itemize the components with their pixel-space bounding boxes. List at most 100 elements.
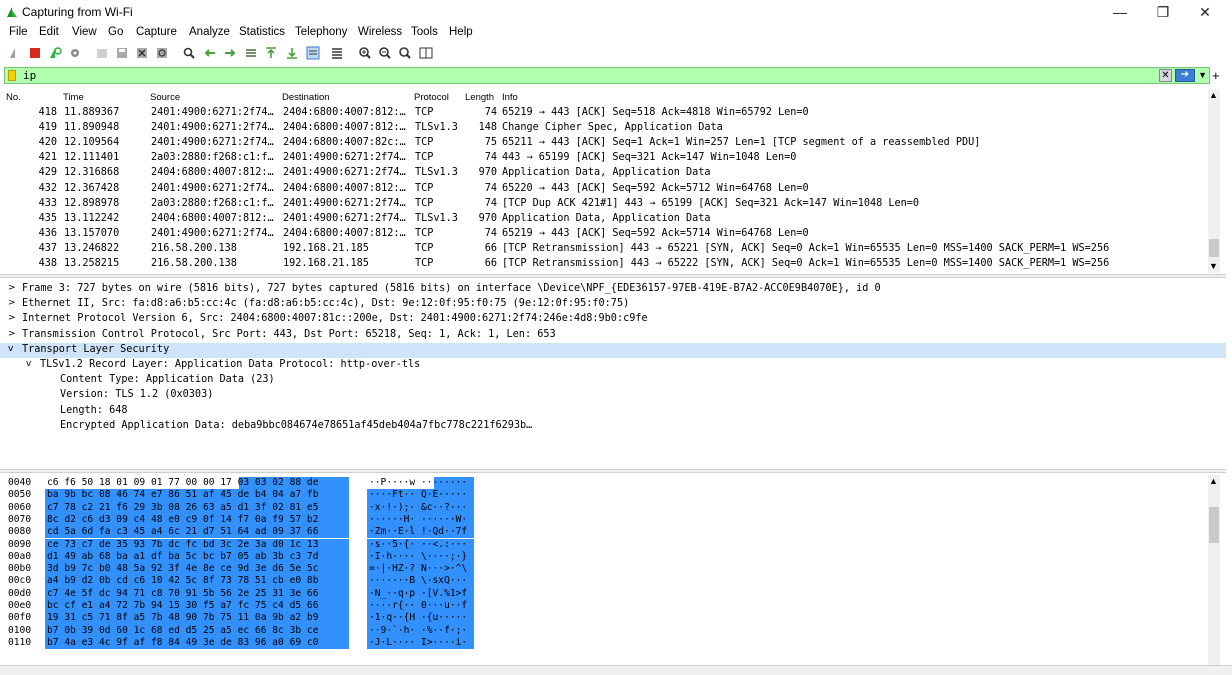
bytes-row[interactable]: 0050 ba 9b bc 08 46 74 e7 86 51 af 45 de …	[0, 489, 480, 501]
go-back-icon[interactable]	[203, 46, 217, 60]
scroll-up-icon[interactable]: ▲	[1209, 476, 1218, 486]
packet-row[interactable]: 432 12.367428 2401:4900:6271:2f74… 2404:680…	[0, 182, 1212, 197]
display-filter-bar[interactable]: ip ✕ ➔ ▼	[4, 67, 1210, 84]
packet-row[interactable]: 433 12.898978 2a03:2880:f268:c1:f… 2401:490…	[0, 197, 1212, 212]
add-filter-button[interactable]: +	[1212, 68, 1220, 83]
zoom-normal-icon[interactable]	[398, 46, 412, 60]
open-file-icon[interactable]	[95, 46, 109, 60]
bytes-row[interactable]: 0110 b7 4a e3 4c 9f af f8 84 49 3e de 83 …	[0, 637, 480, 649]
detail-tree-item[interactable]: Version: TLS 1.2 (0x0303)	[44, 388, 1218, 403]
bytes-row[interactable]: 0090 ce 73 c7 de 35 93 7b dc fc bd 3c 2e …	[0, 539, 480, 551]
packet-row[interactable]: 435 13.112242 2404:6800:4007:812:… 2401:490…	[0, 212, 1212, 227]
zoom-in-icon[interactable]	[358, 46, 372, 60]
menu-view[interactable]: View	[72, 26, 97, 38]
menu-edit[interactable]: Edit	[39, 26, 59, 38]
bytes-scrollbar[interactable]: ▲	[1208, 475, 1220, 665]
zoom-out-icon[interactable]	[378, 46, 392, 60]
scroll-thumb[interactable]	[1209, 507, 1219, 543]
packet-row[interactable]: 418 11.889367 2401:4900:6271:2f74… 2404:680…	[0, 106, 1212, 121]
bookmark-icon[interactable]	[8, 70, 16, 81]
restart-capture-icon[interactable]	[48, 46, 62, 60]
find-packet-icon[interactable]	[182, 46, 196, 60]
collapse-arrow-icon[interactable]: >	[8, 298, 16, 308]
menu-file[interactable]: File	[9, 26, 28, 38]
menu-wireless[interactable]: Wireless	[358, 26, 402, 38]
menu-tools[interactable]: Tools	[411, 26, 438, 38]
stop-capture-icon[interactable]	[28, 46, 42, 60]
column-header-protocol[interactable]: Protocol	[414, 92, 449, 103]
detail-tree-item[interactable]: > Transmission Control Protocol, Src Port…	[8, 328, 1218, 343]
minimize-button[interactable]: —	[1100, 2, 1140, 22]
packet-row[interactable]: 437 13.246822 216.58.200.138 192.168.21.185…	[0, 242, 1212, 257]
collapse-arrow-icon[interactable]: >	[8, 283, 16, 293]
bytes-row[interactable]: 0060 c7 78 c2 21 f6 29 3b 08 26 63 a5 d1 …	[0, 502, 480, 514]
column-header-info[interactable]: Info	[502, 92, 518, 103]
bytes-row[interactable]: 0070 8c d2 c6 d3 09 c4 48 e0 c9 0f 14 f7 …	[0, 514, 480, 526]
packet-list-scrollbar[interactable]: ▲ ▼	[1208, 89, 1220, 273]
pane-splitter[interactable]	[0, 469, 1226, 473]
autoscroll-icon[interactable]	[306, 46, 320, 60]
chevron-down-icon[interactable]: ▼	[1198, 70, 1207, 80]
byte-offset: 0080	[8, 526, 32, 538]
menu-analyze[interactable]: Analyze	[189, 26, 230, 38]
collapse-arrow-icon[interactable]: >	[8, 313, 16, 323]
packet-row[interactable]: 436 13.157070 2401:4900:6271:2f74… 2404:680…	[0, 227, 1212, 242]
go-first-icon[interactable]	[264, 46, 278, 60]
packet-row[interactable]: 420 12.109564 2401:4900:6271:2f74… 2404:680…	[0, 136, 1212, 151]
menu-help[interactable]: Help	[449, 26, 473, 38]
go-forward-icon[interactable]	[223, 46, 237, 60]
column-header-source[interactable]: Source	[150, 92, 180, 103]
bytes-row[interactable]: 00a0 d1 49 ab 68 ba a1 df ba 5c bc b7 05 …	[0, 551, 480, 563]
bytes-row[interactable]: 0040 c6 f6 50 18 01 09 01 77 00 00 17 03 …	[0, 477, 480, 489]
go-last-icon[interactable]	[285, 46, 299, 60]
menu-telephony[interactable]: Telephony	[295, 26, 347, 38]
detail-tree-item[interactable]: Encrypted Application Data: deba9bbc0846…	[44, 419, 1218, 434]
bytes-row[interactable]: 00b0 3d b9 7c b0 48 5a 92 3f 4e 8e ce 9d …	[0, 563, 480, 575]
detail-tree-item[interactable]: Length: 648	[44, 404, 1218, 419]
detail-tree-item[interactable]: > Internet Protocol Version 6, Src: 2404:…	[8, 312, 1218, 327]
column-header-destination[interactable]: Destination	[282, 92, 330, 103]
menu-capture[interactable]: Capture	[136, 26, 177, 38]
close-file-icon[interactable]	[135, 46, 149, 60]
shark-fin-start-icon[interactable]	[8, 46, 22, 60]
detail-tree-item[interactable]: > Frame 3: 727 bytes on wire (5816 bits),…	[8, 282, 1218, 297]
apply-filter-icon[interactable]: ➔	[1175, 69, 1195, 82]
bytes-row[interactable]: 00e0 bc cf e1 a4 72 7b 94 15 30 f5 a7 fc …	[0, 600, 480, 612]
bytes-row[interactable]: 00f0 19 31 c5 71 8f a5 7b 48 90 7b 75 11 …	[0, 612, 480, 624]
menu-statistics[interactable]: Statistics	[239, 26, 285, 38]
pane-splitter[interactable]	[0, 274, 1226, 278]
column-header-length[interactable]: Length	[465, 92, 494, 103]
reload-icon[interactable]	[155, 46, 169, 60]
column-header-no[interactable]: No.	[6, 92, 21, 103]
packet-row[interactable]: 419 11.890948 2401:4900:6271:2f74… 2404:680…	[0, 121, 1212, 136]
scroll-down-icon[interactable]: ▼	[1209, 261, 1218, 271]
detail-tree-item[interactable]: Content Type: Application Data (23)	[44, 373, 1218, 388]
display-filter-input[interactable]: ip	[23, 69, 36, 82]
menu-go[interactable]: Go	[108, 26, 123, 38]
go-to-packet-icon[interactable]	[244, 46, 258, 60]
detail-tree-item[interactable]: v Transport Layer Security	[0, 342, 1226, 358]
detail-tree-item[interactable]: v TLSv1.2 Record Layer: Application Data …	[26, 358, 1218, 373]
detail-tree-item[interactable]: > Ethernet II, Src: fa:d8:a6:b5:cc:4c (fa…	[8, 297, 1218, 312]
save-file-icon[interactable]	[115, 46, 129, 60]
bytes-row[interactable]: 00c0 a4 b9 d2 0b cd c6 10 42 5c 8f 73 78 …	[0, 575, 480, 587]
bytes-row[interactable]: 00d0 c7 4e 5f dc 94 71 c8 70 91 5b 56 2e …	[0, 588, 480, 600]
maximize-button[interactable]: ❐	[1143, 2, 1183, 22]
clear-filter-icon[interactable]: ✕	[1159, 69, 1172, 82]
packet-row[interactable]: 429 12.316868 2404:6800:4007:812:… 2401:490…	[0, 166, 1212, 181]
packet-row[interactable]: 421 12.111401 2a03:2880:f268:c1:f… 2401:490…	[0, 151, 1212, 166]
collapse-arrow-icon[interactable]: >	[8, 329, 16, 339]
detail-tree-label: Internet Protocol Version 6, Src: 2404:6…	[22, 313, 648, 325]
resize-columns-icon[interactable]	[419, 46, 433, 60]
capture-options-icon[interactable]	[68, 46, 82, 60]
expand-arrow-icon[interactable]: v	[26, 359, 31, 369]
close-window-button[interactable]: ✕	[1185, 2, 1225, 22]
scroll-thumb[interactable]	[1209, 239, 1219, 257]
scroll-up-icon[interactable]: ▲	[1209, 90, 1218, 100]
colorize-icon[interactable]	[330, 46, 344, 60]
bytes-row[interactable]: 0100 b7 0b 39 0d 60 1c 68 ed d5 25 a5 ec …	[0, 625, 480, 637]
expand-arrow-icon[interactable]: v	[8, 344, 13, 354]
packet-row[interactable]: 438 13.258215 216.58.200.138 192.168.21.185…	[0, 257, 1212, 272]
column-header-time[interactable]: Time	[63, 92, 84, 103]
bytes-row[interactable]: 0080 cd 5a 6d fa c3 45 a4 6c 21 d7 51 64 …	[0, 526, 480, 538]
